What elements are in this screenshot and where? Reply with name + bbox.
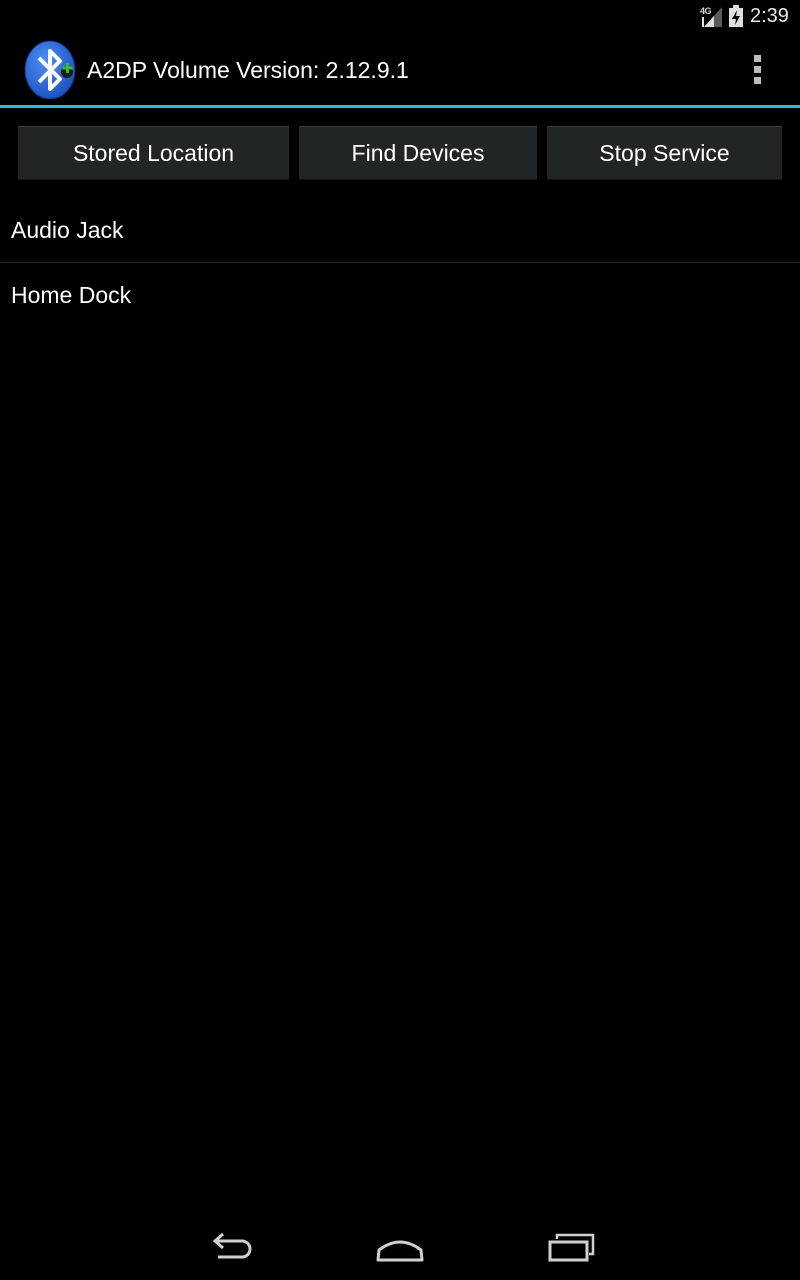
home-icon[interactable] <box>372 1230 428 1266</box>
status-bar: 4G 2:39 <box>0 0 800 33</box>
stop-service-button[interactable]: Stop Service <box>547 126 782 180</box>
recents-icon[interactable] <box>543 1230 599 1266</box>
bluetooth-app-icon[interactable] <box>22 39 82 99</box>
find-devices-button[interactable]: Find Devices <box>299 126 537 180</box>
device-list: Audio Jack Home Dock <box>0 198 800 327</box>
app-title: A2DP Volume Version: 2.12.9.1 <box>87 57 409 83</box>
stored-location-button[interactable]: Stored Location <box>18 126 289 180</box>
list-item-label: Audio Jack <box>11 216 124 243</box>
overflow-dot <box>753 76 761 84</box>
navigation-bar <box>0 1216 800 1280</box>
list-item-audio-jack[interactable]: Audio Jack <box>0 198 800 262</box>
list-item-home-dock[interactable]: Home Dock <box>0 263 800 327</box>
back-icon[interactable] <box>202 1230 258 1266</box>
action-bar: A2DP Volume Version: 2.12.9.1 <box>0 33 800 108</box>
overflow-menu-icon[interactable] <box>740 49 774 89</box>
signal-icon <box>702 7 722 27</box>
overflow-dot <box>753 54 761 62</box>
battery-icon <box>729 5 743 27</box>
screen: 4G 2:39 A2DP Volume Version: 2.12.9.1 St… <box>0 0 800 1280</box>
status-time: 2:39 <box>750 5 789 27</box>
list-item-label: Home Dock <box>11 281 132 308</box>
overflow-dot <box>753 65 761 73</box>
